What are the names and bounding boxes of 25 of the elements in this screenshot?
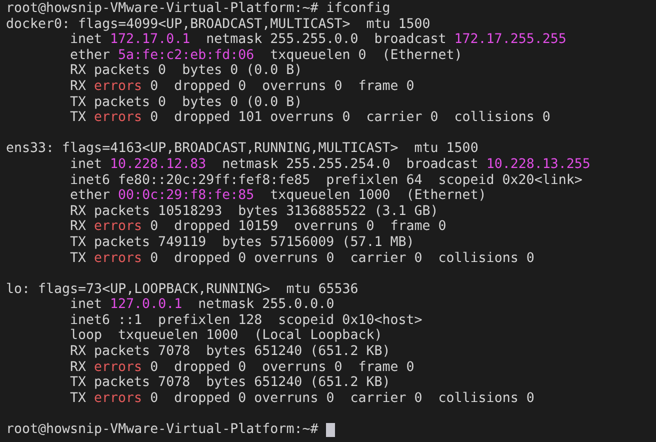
interface-header: ens33: flags=4163<UP,BROADCAST,RUNNING,MULTICAST> mtu 1500 [6, 141, 478, 157]
output-line: inet 172.17.0.1 netmask 255.255.0.0 broadcast 172.17.255.255 [70, 32, 566, 48]
output-line: RX packets 7078 bytes 651240 (651.2 KB) [70, 344, 390, 360]
output-line: inet6 fe80::20c:29ff:fef8:fe85 prefixlen 64 scopeid 0x20<link> [70, 172, 582, 188]
output-line: TX packets 0 bytes 0 (0.0 B) [70, 94, 302, 110]
output-line: TX errors 0 dropped 0 overruns 0 carrier 0 collisions 0 [70, 390, 534, 406]
output-line: inet 10.228.12.83 netmask 255.255.254.0 broadcast 10.228.13.255 [70, 156, 590, 173]
output-line: ether 5a:fe:c2:eb:fd:06 txqueuelen 0 (Ethernet) [70, 48, 462, 64]
output-line: TX errors 0 dropped 101 overruns 0 carrier 0 collisions 0 [70, 110, 550, 126]
output-line: inet 127.0.0.1 netmask 255.0.0.0 [70, 297, 334, 313]
interface-header: docker0: flags=4099<UP,BROADCAST,MULTICAST> mtu 1500 [6, 16, 430, 32]
output-line: inet6 ::1 prefixlen 128 scopeid 0x10<host> [70, 312, 422, 328]
output-line: TX errors 0 dropped 0 overruns 0 carrier 0 collisions 0 [70, 250, 534, 266]
output-line: TX packets 749119 bytes 57156009 (57.1 MB) [70, 234, 414, 250]
output-line: RX packets 0 bytes 0 (0.0 B) [70, 63, 302, 79]
output-line: ether 00:0c:29:f8:fe:85 txqueuelen 1000 (Ethernet) [70, 188, 486, 204]
command-line: root@howsnip-VMware-Virtual-Platform:~# ifconfig [6, 1, 390, 17]
output-line: RX errors 0 dropped 0 overruns 0 frame 0 [70, 360, 414, 376]
output-line: RX errors 0 dropped 10159 overruns 0 frame 0 [70, 219, 446, 235]
output-line: TX packets 7078 bytes 651240 (651.2 KB) [70, 375, 390, 391]
interface-header: lo: flags=73<UP,LOOPBACK,RUNNING> mtu 65536 [6, 282, 358, 298]
output-line: RX errors 0 dropped 0 overruns 0 frame 0 [70, 78, 414, 95]
shell-prompt: root@howsnip-VMware-Virtual-Platform:~# [6, 422, 318, 438]
output-line: RX packets 10518293 bytes 3136885522 (3.1 GB) [70, 204, 438, 220]
output-line: loop txqueuelen 1000 (Local Loopback) [70, 328, 382, 344]
